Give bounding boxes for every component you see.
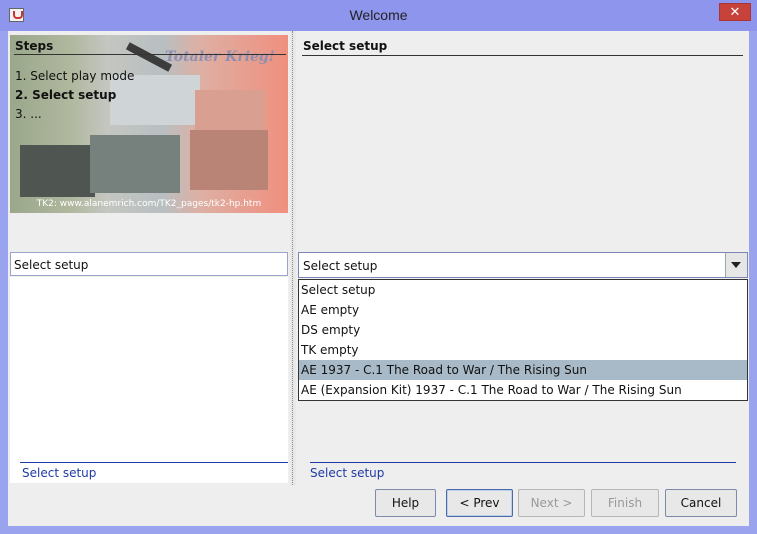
dropdown-option[interactable]: TK empty <box>299 340 747 360</box>
dropdown-option-selected[interactable]: AE 1937 - C.1 The Road to War / The Risi… <box>299 360 747 380</box>
step-item-1: 1. Select play mode <box>15 69 135 83</box>
dropdown-option[interactable]: DS empty <box>299 320 747 340</box>
wizard-window: Welcome ✕ Totaler Krieg! TK2: www.alanem… <box>0 0 757 534</box>
divider-line <box>292 31 294 485</box>
dropdown-option[interactable]: AE (Expansion Kit) 1937 - C.1 The Road t… <box>299 380 747 400</box>
right-status-divider <box>310 462 736 463</box>
prev-button[interactable]: < Prev <box>446 489 513 517</box>
dropdown-option[interactable]: AE empty <box>299 300 747 320</box>
setup-heading: Select setup <box>303 39 388 53</box>
help-button[interactable]: Help <box>375 489 436 517</box>
banner-photo-soldiers <box>195 90 265 130</box>
combo-value: Select setup <box>303 259 378 273</box>
title-bar[interactable]: Welcome ✕ <box>0 0 757 31</box>
banner-url: TK2: www.alanemrich.com/TK2_pages/tk2-hp… <box>36 199 262 209</box>
banner-photo-landing <box>20 145 95 197</box>
next-button[interactable]: Next > <box>518 489 585 517</box>
dropdown-option[interactable]: Select setup <box>299 280 747 300</box>
left-list-area <box>10 277 288 483</box>
left-status-divider <box>20 462 288 463</box>
steps-panel: Totaler Krieg! TK2: www.alanemrich.com/T… <box>8 31 290 485</box>
setup-dropdown-list: Select setup AE empty DS empty TK empty … <box>298 279 748 401</box>
cancel-button[interactable]: Cancel <box>665 489 737 517</box>
dialog-content: Totaler Krieg! TK2: www.alanemrich.com/T… <box>8 31 749 526</box>
setup-divider <box>302 55 743 56</box>
setup-panel: Select setup Select setup Select setup A… <box>296 31 749 485</box>
step-item-2: 2. Select setup <box>15 88 117 102</box>
banner-title: Totaler Krieg! <box>165 49 275 65</box>
step-item-3: 3. ... <box>15 107 42 121</box>
left-status-text: Select setup <box>22 466 97 480</box>
chevron-down-icon[interactable] <box>725 253 747 277</box>
setup-combo-box[interactable]: Select setup <box>298 252 748 278</box>
finish-button[interactable]: Finish <box>591 489 659 517</box>
right-status-text: Select setup <box>310 466 385 480</box>
banner-image: Totaler Krieg! TK2: www.alanemrich.com/T… <box>10 35 288 213</box>
close-button[interactable]: ✕ <box>719 3 751 21</box>
left-setup-field: Select setup <box>10 252 288 276</box>
banner-photo-tank <box>90 135 180 193</box>
window-title: Welcome <box>349 7 408 23</box>
banner-photo-desert <box>190 130 268 190</box>
steps-divider <box>14 54 286 55</box>
steps-heading: Steps <box>15 39 54 53</box>
